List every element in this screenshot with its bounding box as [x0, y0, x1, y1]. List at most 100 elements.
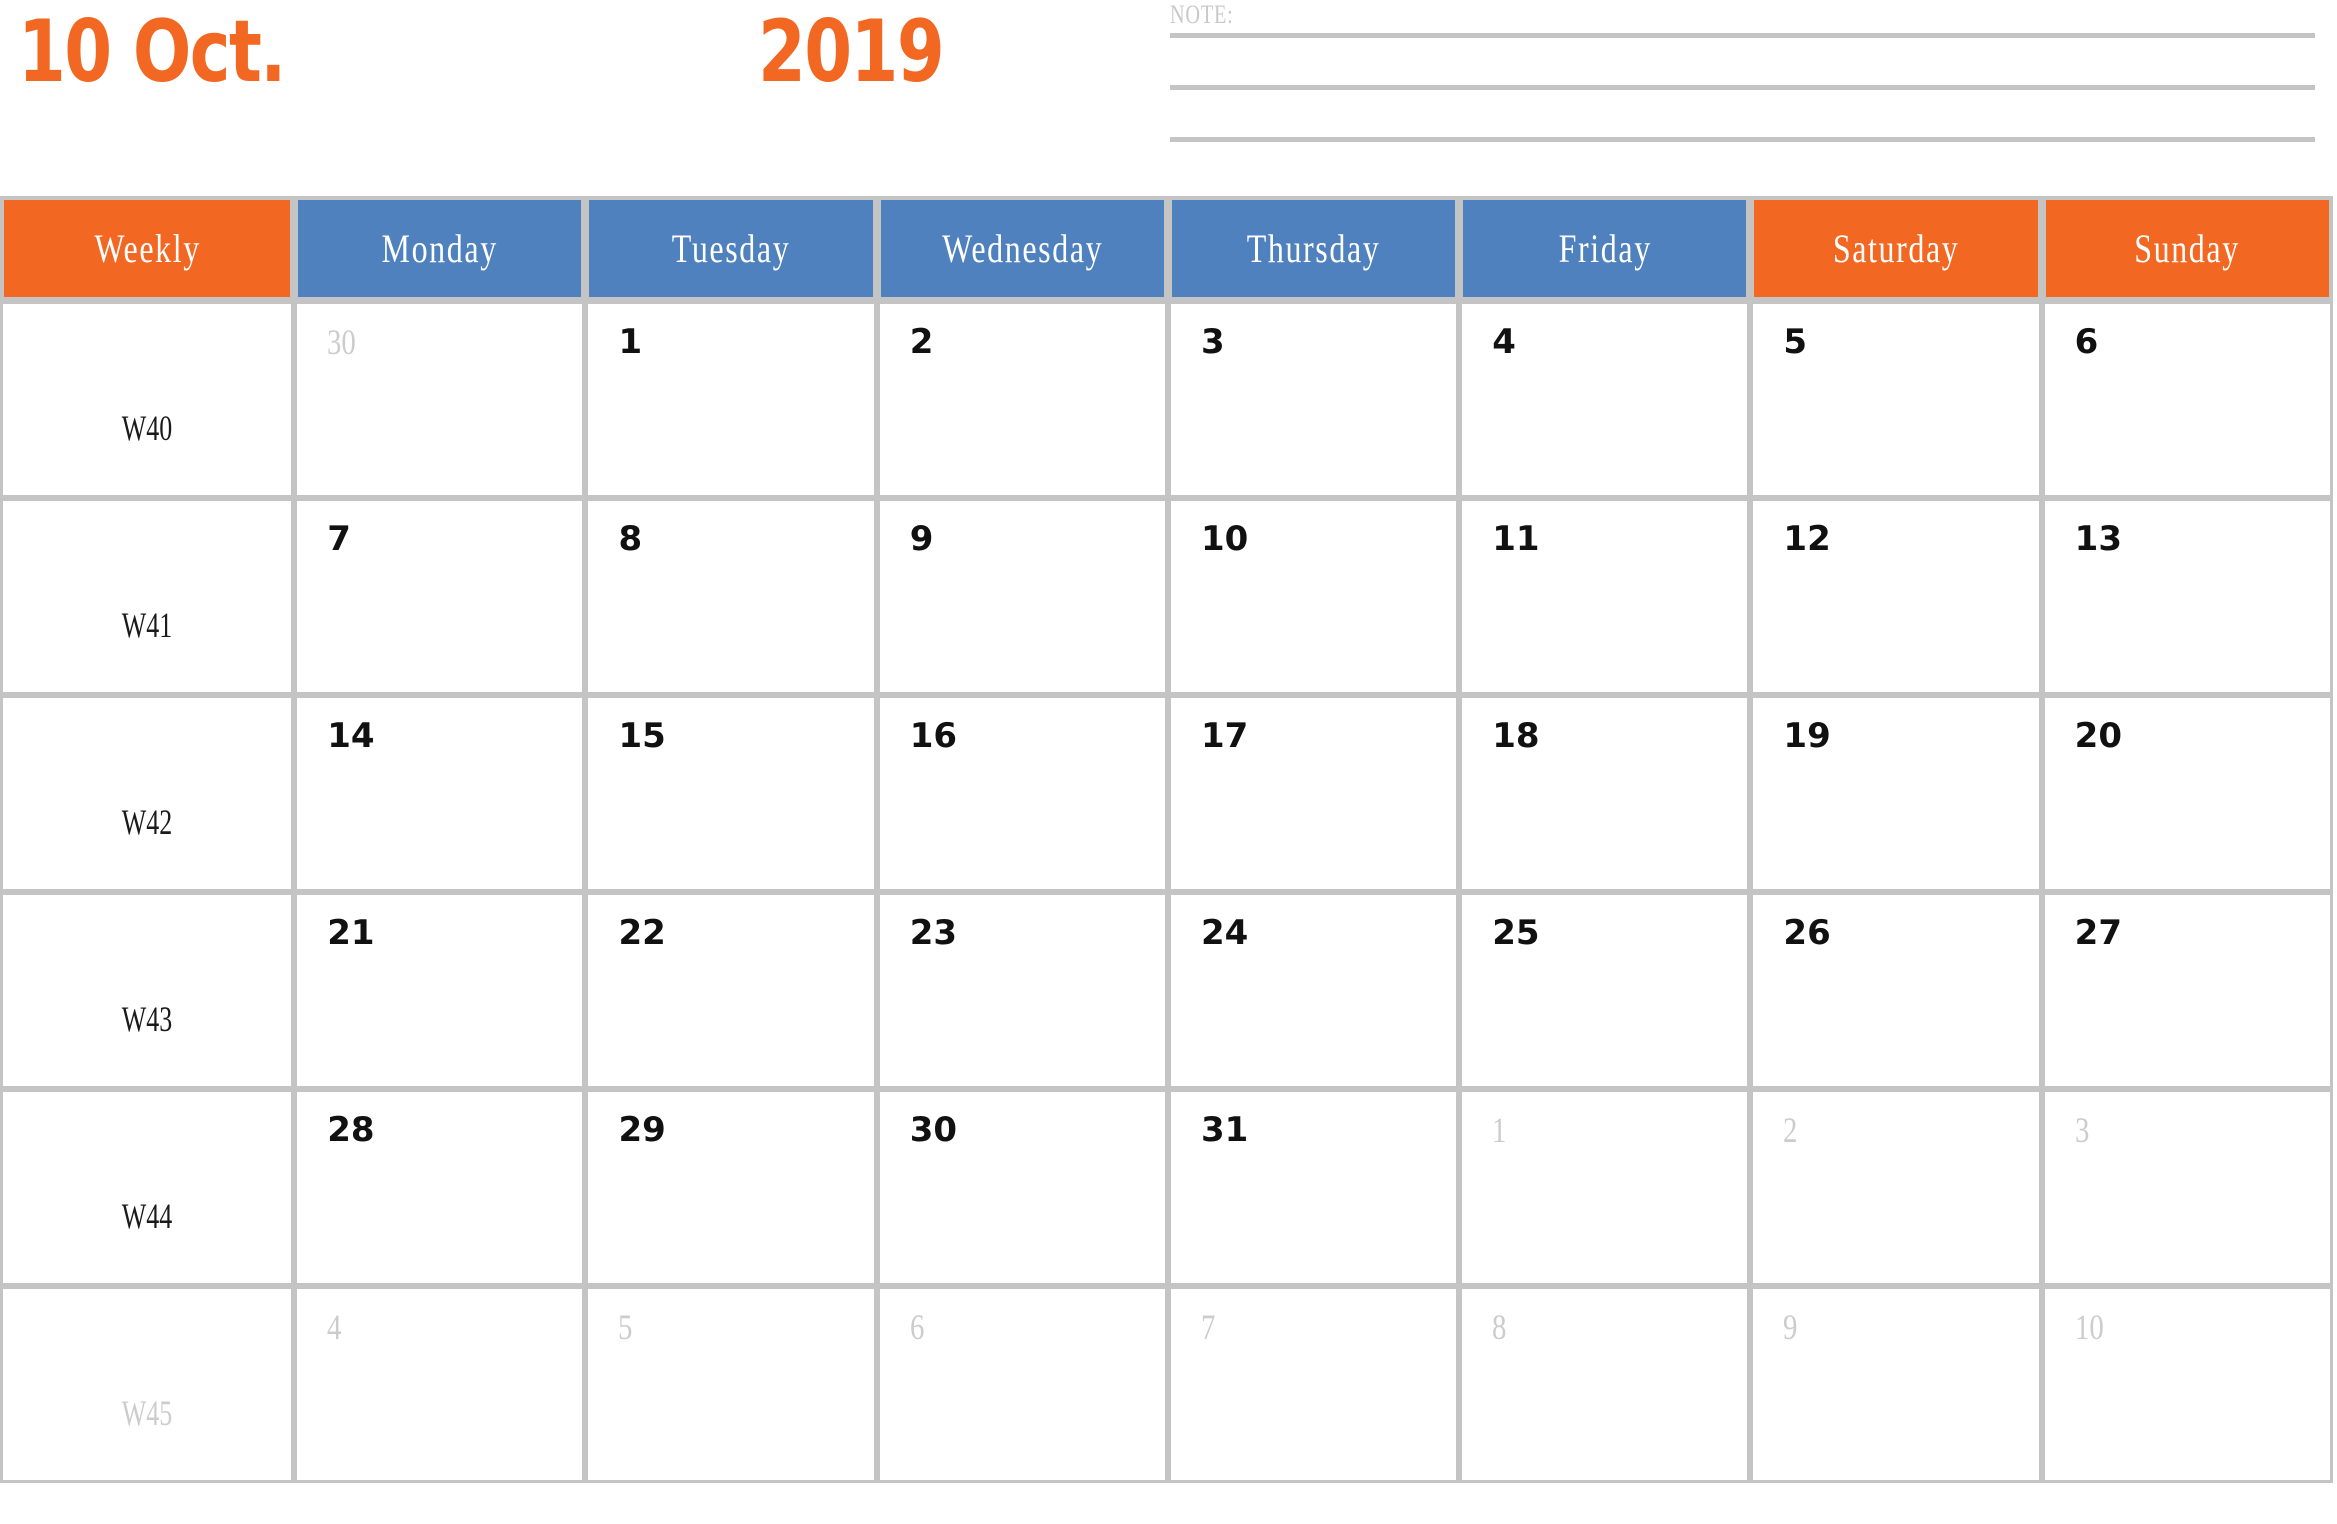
day-cell[interactable]: 4 — [294, 1286, 586, 1483]
day-cell[interactable]: 25 — [1459, 892, 1751, 1089]
day-number: 21 — [327, 913, 375, 953]
day-number: 3 — [1200, 322, 1225, 362]
day-cell[interactable]: 28 — [294, 1089, 586, 1286]
day-cell[interactable]: 8 — [585, 498, 877, 695]
header-saturday: Saturday — [1750, 196, 2042, 301]
day-cell[interactable]: 9 — [1750, 1286, 2042, 1483]
day-cell[interactable]: 15 — [585, 695, 877, 892]
note-section: NOTE: — [1170, 0, 2315, 142]
day-cell[interactable]: 13 — [2041, 498, 2333, 695]
calendar-week-row: W40 30 1 2 3 4 5 6 — [0, 301, 2333, 498]
day-cell[interactable]: 16 — [876, 695, 1168, 892]
calendar-header-row: Weekly Monday Tuesday Wednesday Thursday… — [0, 196, 2333, 301]
day-number: 22 — [618, 913, 666, 953]
header-tuesday: Tuesday — [585, 196, 877, 301]
calendar-week-row: W42 14 15 16 17 18 19 20 — [0, 695, 2333, 892]
day-number: 4 — [327, 1307, 342, 1347]
header-saturday-label: Saturday — [1832, 226, 1960, 271]
day-cell[interactable]: 21 — [294, 892, 586, 1089]
day-cell[interactable]: 9 — [876, 498, 1168, 695]
day-cell[interactable]: 29 — [585, 1089, 877, 1286]
day-number: 5 — [1783, 322, 1808, 362]
day-number: 2 — [909, 322, 934, 362]
calendar-table: Weekly Monday Tuesday Wednesday Thursday… — [0, 196, 2333, 1483]
day-cell[interactable]: 19 — [1750, 695, 2042, 892]
day-cell[interactable]: 10 — [1167, 498, 1460, 695]
day-cell[interactable]: 27 — [2041, 892, 2333, 1089]
note-label: NOTE: — [1170, 0, 1234, 29]
day-cell[interactable]: 8 — [1459, 1286, 1751, 1483]
day-number: 30 — [909, 1110, 958, 1150]
day-cell[interactable]: 11 — [1459, 498, 1751, 695]
day-cell[interactable]: 5 — [585, 1286, 877, 1483]
header-thursday: Thursday — [1167, 196, 1460, 301]
day-number: 9 — [909, 519, 934, 559]
page-header: 10 Oct. 2019 NOTE: — [0, 0, 2337, 196]
title-month: 10 Oct. — [18, 2, 286, 102]
day-cell[interactable]: 31 — [1167, 1089, 1460, 1286]
week-number-label: W44 — [121, 1195, 173, 1236]
day-cell[interactable]: 3 — [2041, 1089, 2333, 1286]
day-cell[interactable]: 1 — [1459, 1089, 1751, 1286]
day-cell[interactable]: 17 — [1167, 695, 1460, 892]
day-number: 1 — [1492, 1110, 1507, 1150]
header-friday: Friday — [1459, 196, 1751, 301]
note-line-3[interactable] — [1170, 137, 2315, 142]
day-cell[interactable]: 5 — [1750, 301, 2042, 498]
day-cell[interactable]: 26 — [1750, 892, 2042, 1089]
note-line-1[interactable] — [1170, 33, 2315, 38]
day-cell[interactable]: 22 — [585, 892, 877, 1089]
day-cell[interactable]: 7 — [1167, 1286, 1460, 1483]
day-cell[interactable]: 6 — [876, 1286, 1168, 1483]
header-friday-label: Friday — [1558, 226, 1652, 271]
day-cell[interactable]: 30 — [876, 1089, 1168, 1286]
calendar-week-row: W43 21 22 23 24 25 26 27 — [0, 892, 2333, 1089]
day-number: 26 — [1783, 913, 1831, 953]
day-cell[interactable]: 1 — [585, 301, 877, 498]
day-number: 15 — [618, 716, 666, 756]
day-number: 23 — [909, 913, 958, 953]
day-cell[interactable]: 10 — [2041, 1286, 2333, 1483]
day-cell[interactable]: 2 — [1750, 1089, 2042, 1286]
header-sunday-label: Sunday — [2134, 226, 2241, 271]
day-number: 14 — [327, 716, 375, 756]
week-number-label: W45 — [121, 1392, 173, 1433]
day-number: 30 — [327, 322, 357, 362]
day-number: 13 — [2074, 519, 2122, 559]
day-number: 5 — [618, 1307, 633, 1347]
calendar-title: 10 Oct. 2019 — [18, 2, 945, 102]
header-thursday-label: Thursday — [1246, 226, 1381, 271]
day-cell[interactable]: 14 — [294, 695, 586, 892]
header-wednesday-label: Wednesday — [941, 226, 1103, 271]
day-number: 11 — [1492, 519, 1540, 559]
day-number: 27 — [2074, 913, 2122, 953]
week-number-label: W42 — [121, 801, 173, 842]
note-line-2[interactable] — [1170, 85, 2315, 90]
week-number-cell: W40 — [0, 301, 295, 498]
day-cell[interactable]: 30 — [294, 301, 586, 498]
day-cell[interactable]: 4 — [1459, 301, 1751, 498]
day-number: 10 — [2074, 1307, 2104, 1347]
day-cell[interactable]: 18 — [1459, 695, 1751, 892]
day-cell[interactable]: 2 — [876, 301, 1168, 498]
day-number: 2 — [1783, 1110, 1798, 1150]
day-number: 1 — [618, 322, 643, 362]
day-number: 12 — [1783, 519, 1831, 559]
day-number: 17 — [1200, 716, 1249, 756]
title-year: 2019 — [758, 2, 945, 102]
day-number: 24 — [1200, 913, 1249, 953]
day-cell[interactable]: 6 — [2041, 301, 2333, 498]
week-number-label: W40 — [121, 407, 173, 448]
calendar-week-row: W44 28 29 30 31 1 2 3 — [0, 1089, 2333, 1286]
week-number-cell: W41 — [0, 498, 295, 695]
day-number: 9 — [1783, 1307, 1798, 1347]
header-weekly: Weekly — [0, 196, 295, 301]
day-cell[interactable]: 7 — [294, 498, 586, 695]
day-cell[interactable]: 20 — [2041, 695, 2333, 892]
calendar-week-row: W41 7 8 9 10 11 12 13 — [0, 498, 2333, 695]
day-cell[interactable]: 23 — [876, 892, 1168, 1089]
day-cell[interactable]: 12 — [1750, 498, 2042, 695]
day-cell[interactable]: 3 — [1167, 301, 1460, 498]
header-monday: Monday — [294, 196, 586, 301]
day-cell[interactable]: 24 — [1167, 892, 1460, 1089]
